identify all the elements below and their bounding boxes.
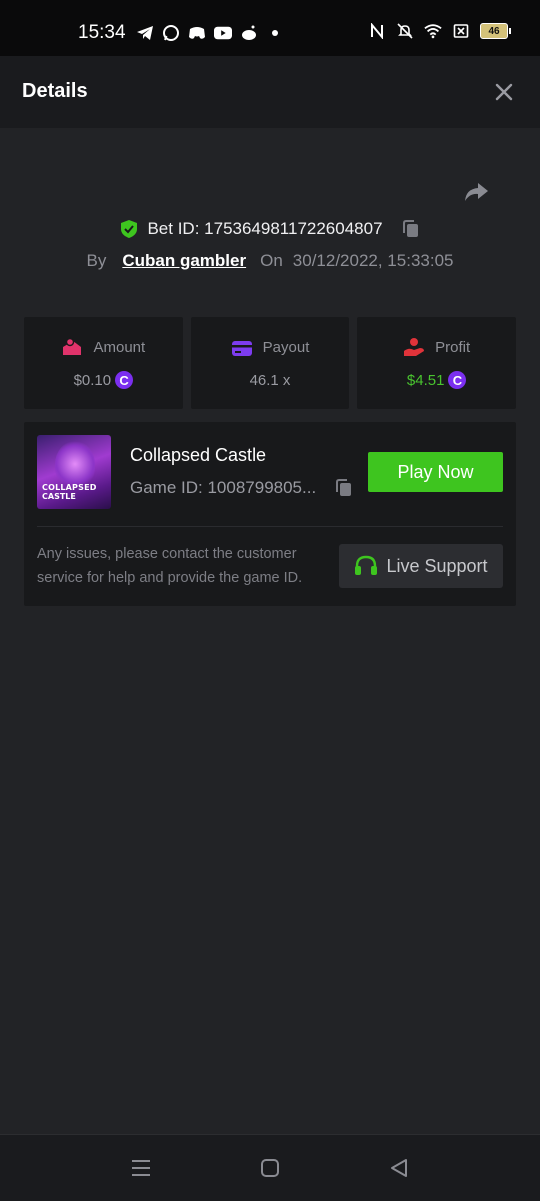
payout-label: Payout: [262, 339, 310, 356]
close-button[interactable]: [492, 80, 516, 104]
support-message: Any issues, please contact the customer …: [37, 546, 303, 586]
telegram-icon: [136, 24, 154, 42]
nfc-icon: [368, 22, 386, 40]
verified-shield-icon: [121, 220, 138, 238]
bet-id-row: Bet ID: 1753649811722604807: [0, 214, 540, 244]
divider: [37, 526, 503, 527]
game-id: Game ID: 1008799805...: [130, 478, 317, 497]
dot-icon: [266, 24, 284, 42]
mute-icon: [396, 22, 414, 40]
live-support-button[interactable]: Live Support: [339, 544, 503, 588]
close-icon: [495, 83, 513, 101]
notification-icons: [136, 24, 284, 42]
game-card: COLLAPSED CASTLE Collapsed Castle Game I…: [24, 422, 516, 606]
bet-meta-row: By Cuban gambler On 30/12/2022, 15:33:05: [0, 247, 540, 275]
coin-icon: C: [448, 371, 467, 389]
copy-game-id-icon[interactable]: [334, 478, 354, 498]
share-button[interactable]: [462, 178, 490, 206]
amount-label: Amount: [93, 338, 146, 356]
thumbnail-title-line2: CASTLE: [42, 492, 76, 501]
live-support-label: Live Support: [386, 555, 488, 576]
amount-icon: [63, 337, 82, 355]
bet-stats: Amount $0.10 C Payout 46.1 x Profit $4.5…: [24, 317, 517, 409]
back-triangle-icon: [391, 1159, 407, 1177]
sim-off-icon: [452, 22, 470, 40]
amount-card: Amount $0.10 C: [24, 317, 183, 409]
discord-icon: [188, 24, 206, 42]
headset-icon: [355, 555, 378, 575]
details-header: Details: [0, 56, 540, 128]
status-time: 15:34: [78, 22, 126, 43]
user-link[interactable]: Cuban gambler: [122, 251, 246, 271]
profit-icon: [404, 338, 425, 356]
game-name: Collapsed Castle: [130, 445, 267, 465]
profit-label: Profit: [435, 338, 471, 356]
bet-id-text: Bet ID: 1753649811722604807: [147, 219, 383, 238]
by-label: By: [86, 251, 107, 270]
menu-icon: [132, 1160, 150, 1176]
home-button[interactable]: [259, 1157, 281, 1179]
whatsapp-icon: [162, 24, 180, 42]
thumbnail-art: [55, 441, 95, 487]
back-button[interactable]: [388, 1157, 410, 1179]
profit-value: $4.51: [406, 371, 445, 389]
copy-bet-id-icon[interactable]: [401, 219, 421, 239]
home-square-icon: [261, 1159, 279, 1177]
wifi-icon: [424, 22, 442, 40]
system-icons: 46: [368, 22, 511, 40]
status-bar: 15:34 46: [0, 0, 540, 56]
reddit-icon: [240, 24, 258, 42]
share-icon: [465, 183, 488, 201]
on-label: On: [260, 251, 283, 270]
payout-card: Payout 46.1 x: [190, 317, 350, 409]
page-title: Details: [22, 80, 88, 102]
coin-icon: C: [115, 371, 134, 389]
youtube-icon: [214, 24, 232, 42]
recents-button[interactable]: [130, 1157, 152, 1179]
profit-card: Profit $4.51 C: [357, 317, 517, 409]
amount-value: $0.10: [73, 371, 112, 389]
game-thumbnail[interactable]: COLLAPSED CASTLE: [37, 435, 111, 509]
payout-value: 46.1 x: [249, 371, 291, 389]
battery-icon: 46: [480, 23, 511, 39]
play-now-button[interactable]: Play Now: [368, 452, 503, 492]
system-nav-bar: [0, 1134, 540, 1201]
payout-card-icon: [231, 340, 252, 356]
bet-date: 30/12/2022, 15:33:05: [292, 251, 454, 270]
thumbnail-title-line1: COLLAPSED: [42, 483, 97, 492]
